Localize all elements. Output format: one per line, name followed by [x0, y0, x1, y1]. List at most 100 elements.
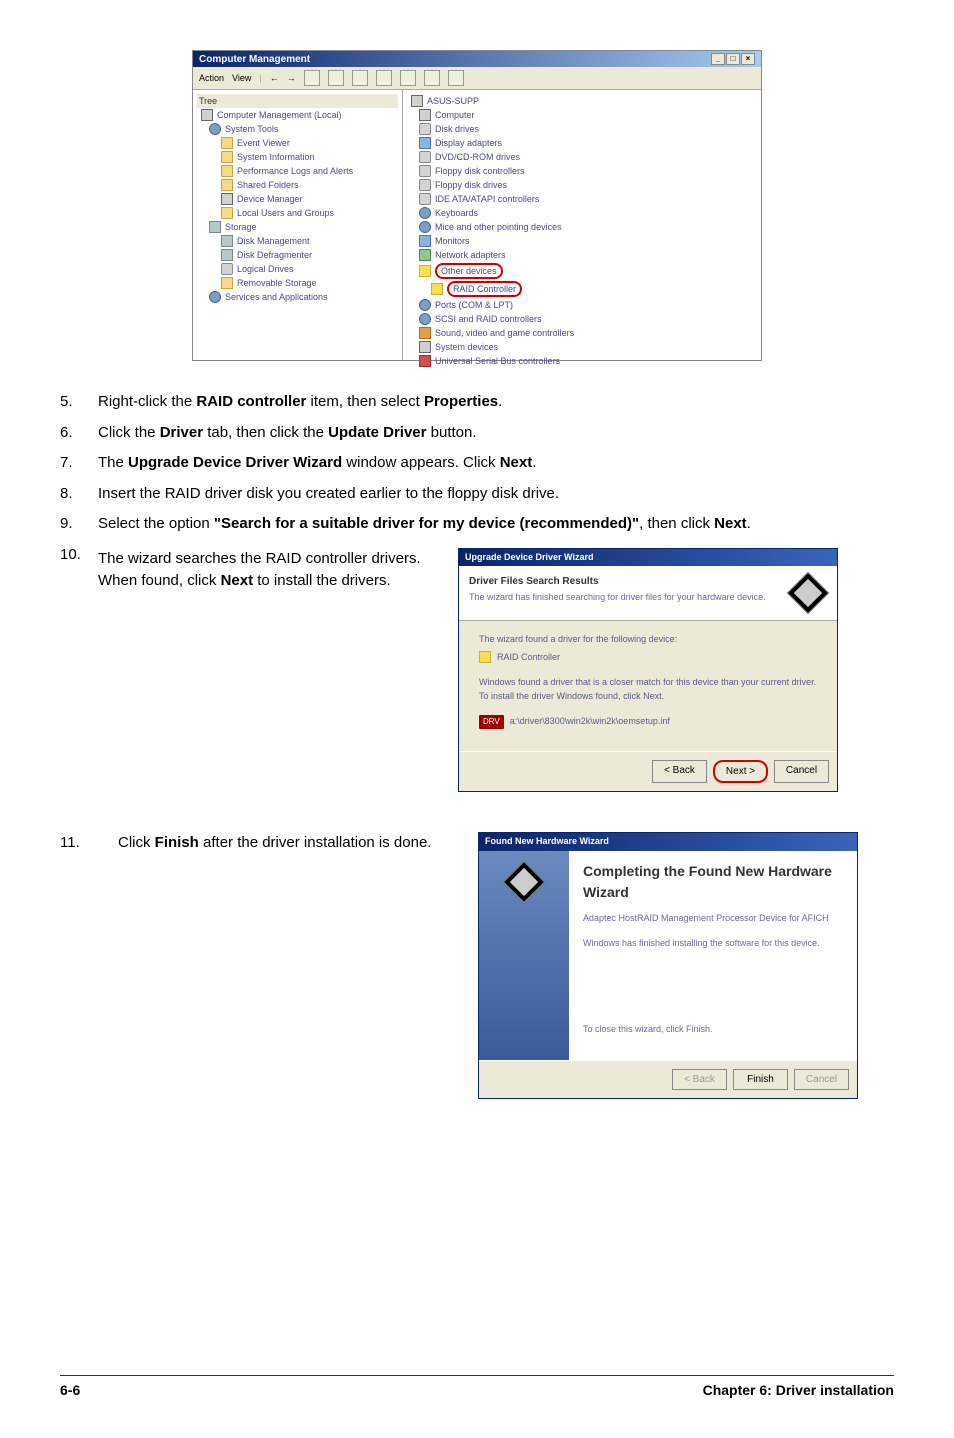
device-label: Floppy disk controllers: [435, 166, 525, 176]
device-label: DVD/CD-ROM drives: [435, 152, 520, 162]
back-button[interactable]: < Back: [652, 760, 707, 783]
device-icon: [419, 123, 431, 135]
tree-label: Computer Management (Local): [217, 110, 342, 120]
close-icon[interactable]: ×: [741, 53, 755, 65]
device-item[interactable]: Display adapters: [407, 136, 757, 150]
tree-icon: [201, 109, 213, 121]
device-item[interactable]: Disk drives: [407, 122, 757, 136]
device-icon: [431, 283, 443, 295]
device-item[interactable]: Computer: [407, 108, 757, 122]
tree-icon: [209, 123, 221, 135]
next-button[interactable]: Next >: [713, 760, 768, 783]
toolbar-icon[interactable]: [328, 70, 344, 86]
tree-label: Services and Applications: [225, 292, 328, 302]
device-icon: [419, 207, 431, 219]
device-label: Floppy disk drives: [435, 180, 507, 190]
wizard-found-text: The wizard found a driver for the follow…: [479, 633, 817, 647]
tree-icon: [221, 193, 233, 205]
device-item[interactable]: Ports (COM & LPT): [407, 298, 757, 312]
tree-item[interactable]: Services and Applications: [197, 290, 398, 304]
tree-item[interactable]: Shared Folders: [197, 178, 398, 192]
device-label: Monitors: [435, 236, 470, 246]
wizard-icon: [787, 572, 829, 614]
cancel-button[interactable]: Cancel: [774, 760, 829, 783]
tree-item[interactable]: Event Viewer: [197, 136, 398, 150]
tree-label: Event Viewer: [237, 138, 290, 148]
tree-label: Shared Folders: [237, 180, 299, 190]
tree-icon: [221, 165, 233, 177]
tree-icon: [221, 263, 233, 275]
menu-view[interactable]: View: [232, 73, 251, 83]
device-label: Ports (COM & LPT): [435, 300, 513, 310]
tree-item[interactable]: Device Manager: [197, 192, 398, 206]
device-item[interactable]: IDE ATA/ATAPI controllers: [407, 192, 757, 206]
tree-label: Device Manager: [237, 194, 303, 204]
window-title: Computer Management: [199, 54, 310, 65]
tree-label: Removable Storage: [237, 278, 317, 288]
device-item[interactable]: Monitors: [407, 234, 757, 248]
device-item[interactable]: SCSI and RAID controllers: [407, 312, 757, 326]
tree-item[interactable]: Storage: [197, 220, 398, 234]
tree-label: Disk Defragmenter: [237, 250, 312, 260]
device-item[interactable]: RAID Controller: [407, 280, 757, 298]
toolbar-forward-icon[interactable]: →: [287, 73, 296, 83]
toolbar-icon[interactable]: [352, 70, 368, 86]
device-item[interactable]: Other devices: [407, 262, 757, 280]
tree-item[interactable]: Removable Storage: [197, 276, 398, 290]
tree-item[interactable]: Disk Defragmenter: [197, 248, 398, 262]
device-name: RAID Controller: [497, 651, 560, 665]
title-bar: Computer Management _ □ ×: [193, 51, 761, 67]
toolbar-icon[interactable]: [400, 70, 416, 86]
toolbar-back-icon[interactable]: ←: [270, 73, 279, 83]
finish-button[interactable]: Finish: [733, 1069, 788, 1090]
device-icon: [479, 651, 491, 663]
maximize-icon[interactable]: □: [726, 53, 740, 65]
device-icon: [419, 313, 431, 325]
device-item[interactable]: Sound, video and game controllers: [407, 326, 757, 340]
status-text: Windows has finished installing the soft…: [583, 938, 843, 950]
menu-action[interactable]: Action: [199, 73, 224, 83]
toolbar-icon[interactable]: [304, 70, 320, 86]
device-icon: [419, 235, 431, 247]
device-item[interactable]: Mice and other pointing devices: [407, 220, 757, 234]
device-label: Sound, video and game controllers: [435, 328, 574, 338]
device-item[interactable]: Floppy disk drives: [407, 178, 757, 192]
tree-label: Logical Drives: [237, 264, 294, 274]
toolbar-icon[interactable]: [448, 70, 464, 86]
tree-icon: [221, 235, 233, 247]
tree-item[interactable]: Computer Management (Local): [197, 108, 398, 122]
tree-item[interactable]: System Information: [197, 150, 398, 164]
minimize-icon[interactable]: _: [711, 53, 725, 65]
device-item[interactable]: Network adapters: [407, 248, 757, 262]
tree-item[interactable]: System Tools: [197, 122, 398, 136]
chapter-title: Chapter 6: Driver installation: [703, 1382, 894, 1398]
toolbar-icon[interactable]: [424, 70, 440, 86]
device-icon: [419, 249, 431, 261]
tree-item[interactable]: Performance Logs and Alerts: [197, 164, 398, 178]
device-label: Universal Serial Bus controllers: [435, 356, 560, 366]
tree-item[interactable]: Logical Drives: [197, 262, 398, 276]
device-item[interactable]: Universal Serial Bus controllers: [407, 354, 757, 368]
step-text: The Upgrade Device Driver Wizard window …: [98, 452, 894, 475]
tree-label: Local Users and Groups: [237, 208, 334, 218]
device-icon: [419, 109, 431, 121]
step-number: 5.: [60, 391, 98, 414]
device-item[interactable]: Floppy disk controllers: [407, 164, 757, 178]
wizard-desc: Windows found a driver that is a closer …: [479, 676, 817, 703]
tree-label: Disk Management: [237, 236, 310, 246]
device-root[interactable]: ASUS-SUPP: [407, 94, 757, 108]
device-icon: [419, 265, 431, 277]
tree-item[interactable]: Local Users and Groups: [197, 206, 398, 220]
tree-item[interactable]: Disk Management: [197, 234, 398, 248]
toolbar-icon[interactable]: [376, 70, 392, 86]
device-icon: [419, 327, 431, 339]
device-item[interactable]: DVD/CD-ROM drives: [407, 150, 757, 164]
step-text: Right-click the RAID controller item, th…: [98, 391, 894, 414]
banner-subtitle: The wizard has finished searching for dr…: [469, 591, 766, 605]
device-item[interactable]: System devices: [407, 340, 757, 354]
menu-bar: Action View | ← →: [193, 67, 761, 90]
device-item[interactable]: Keyboards: [407, 206, 757, 220]
tree-icon: [221, 137, 233, 149]
tree-icon: [221, 151, 233, 163]
step-number: 10.: [60, 544, 98, 793]
